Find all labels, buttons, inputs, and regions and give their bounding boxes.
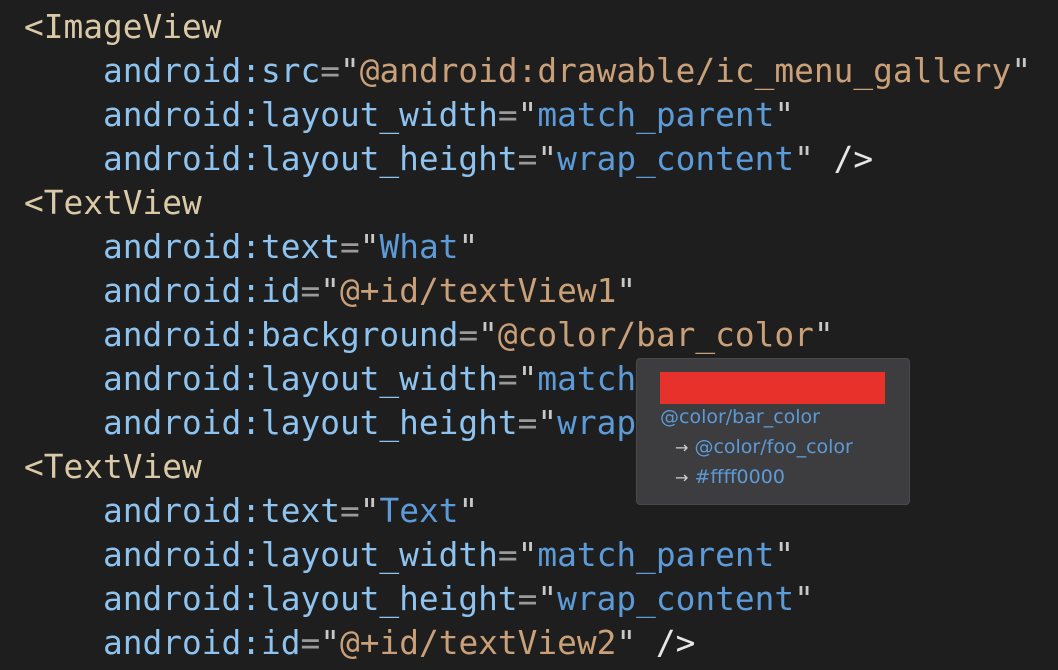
xml-attribute-name: android:background	[103, 316, 459, 354]
code-line: android:id="@+id/textView2" />	[103, 624, 696, 662]
code-line: android:layout_height="wrap_content" />	[103, 140, 874, 178]
color-swatch	[660, 372, 885, 404]
tooltip-resource-name: @color/bar_color	[660, 406, 820, 428]
xml-attribute-name: android:id	[103, 624, 301, 662]
xml-attribute-value: What	[379, 228, 459, 266]
code-line: android:text="What"	[103, 228, 479, 266]
xml-attribute-value: wrap_content	[557, 580, 795, 618]
code-line: <ImageView	[24, 5, 1031, 49]
xml-tag-close: />	[813, 140, 874, 178]
xml-attribute-value: @+id/textView1	[339, 272, 617, 310]
tooltip-chain-item: → @color/foo_color	[675, 436, 853, 458]
tooltip-chain-value: #ffff0000	[694, 466, 785, 488]
xml-tag: <TextView	[24, 184, 202, 222]
code-line: android:layout_width="match_parent"	[103, 96, 795, 134]
code-line: android:layout_width="match_parent"	[103, 536, 795, 574]
xml-attribute-name: android:layout_width	[103, 536, 498, 574]
xml-attribute-name: android:id	[103, 272, 301, 310]
xml-attribute-value: @color/bar_color	[497, 316, 814, 354]
tooltip-chain-item: → #ffff0000	[675, 466, 785, 488]
code-line: <TextView	[24, 181, 1031, 225]
code-line: android:layout_height="wrap_content"	[103, 580, 814, 618]
xml-tag: <ImageView	[24, 8, 222, 46]
xml-tag-close: />	[636, 624, 696, 662]
xml-attribute-name: android:src	[103, 52, 321, 90]
xml-attribute-name: android:layout_height	[103, 140, 518, 178]
xml-attribute-name: android:text	[103, 228, 340, 266]
xml-attribute-value: wrap_content	[557, 140, 795, 178]
xml-attribute-name: android:layout_height	[103, 404, 518, 442]
code-line: android:background="@color/bar_color"	[103, 316, 834, 354]
arrow-right-icon: →	[675, 468, 689, 487]
xml-attribute-value: Text	[379, 492, 459, 530]
xml-tag: <TextView	[24, 448, 202, 486]
xml-attribute-value: match_parent	[537, 96, 775, 134]
code-line: android:id="@+id/textView1"	[103, 272, 637, 310]
xml-code-editor[interactable]: <ImageView android:src="@android:drawable…	[24, 5, 1031, 665]
arrow-right-icon: →	[675, 438, 689, 457]
xml-attribute-name: android:layout_height	[103, 580, 518, 618]
tooltip-chain-value: @color/foo_color	[694, 436, 853, 458]
xml-attribute-value: match_parent	[537, 536, 775, 574]
xml-attribute-value: @android:drawable/ic_menu_gallery	[359, 52, 1012, 90]
color-resource-tooltip: @color/bar_color → @color/foo_color → #f…	[636, 358, 910, 505]
xml-attribute-value: @+id/textView2	[339, 624, 617, 662]
xml-attribute-name: android:layout_width	[103, 360, 498, 398]
code-line: android:src="@android:drawable/ic_menu_g…	[103, 52, 1032, 90]
xml-attribute-name: android:layout_width	[103, 96, 498, 134]
xml-attribute-name: android:text	[103, 492, 340, 530]
